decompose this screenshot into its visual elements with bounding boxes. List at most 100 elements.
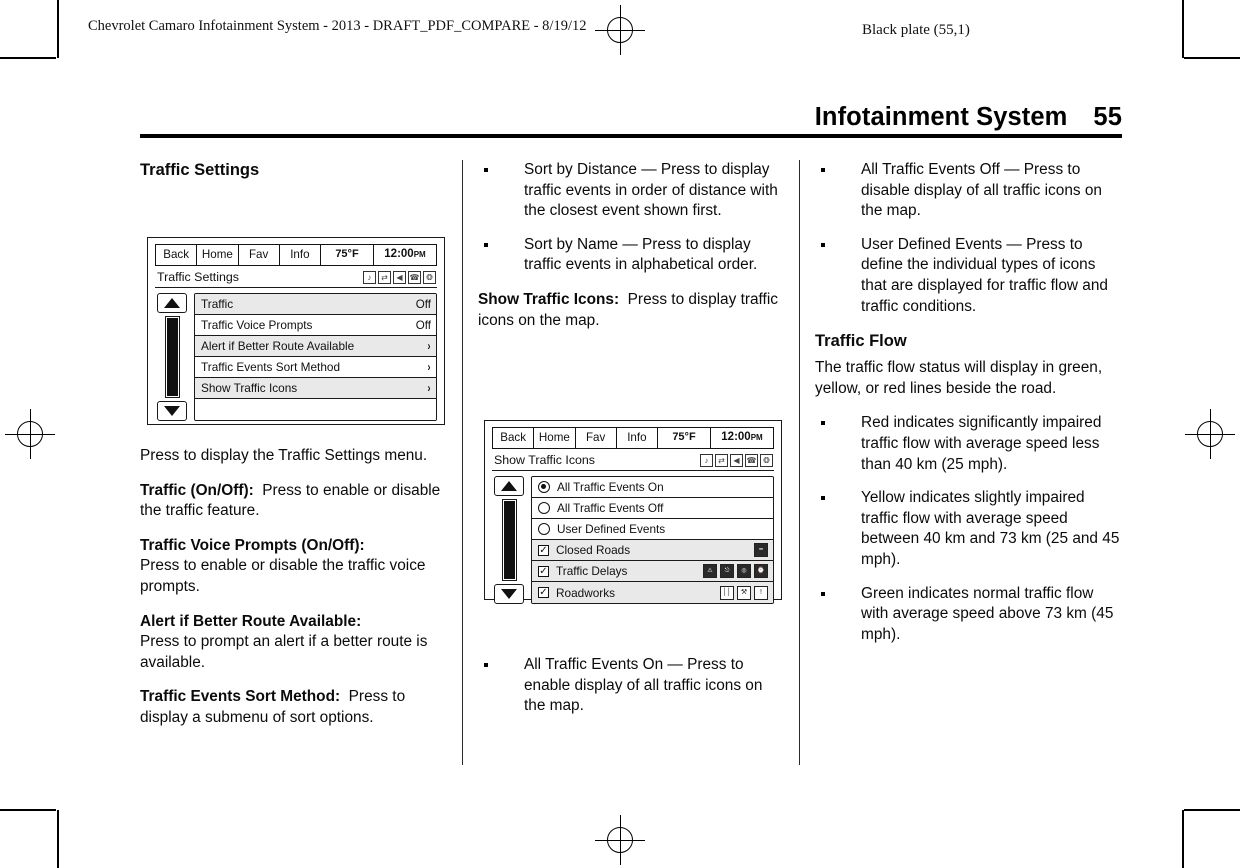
list-item-traffic-events-sort-method[interactable]: Traffic Events Sort Method ›: [195, 357, 436, 378]
scrollbar[interactable]: [492, 476, 526, 604]
bullet-dot-icon: [821, 591, 825, 596]
bullet-dot-icon: [484, 663, 488, 668]
list-item: Green indicates normal traffic flow with…: [815, 584, 1121, 646]
list-item-traffic-delays[interactable]: ✓ Traffic Delays ⚠ ⎋ ◎ ⌚: [532, 561, 773, 582]
list-item-roadworks[interactable]: ✓ Roadworks ││ ⚒ !: [532, 582, 773, 603]
list-item-user-defined-events[interactable]: User Defined Events: [532, 519, 773, 540]
topbar-info-button[interactable]: Info: [617, 428, 658, 448]
bullet-dot-icon: [821, 242, 825, 247]
bullet-list-event-options: All Traffic Events Off — Press to disabl…: [815, 160, 1121, 317]
screen-topbar: Back Home Fav Info 75°F 12:00PM: [492, 427, 774, 449]
topbar-fav-button[interactable]: Fav: [239, 245, 280, 265]
up-arrow-icon: [501, 481, 517, 491]
page-title: Infotainment System 55: [140, 103, 1122, 132]
scroll-track[interactable]: [501, 499, 517, 581]
list-item-alert-better-route[interactable]: Alert if Better Route Available ›: [195, 336, 436, 357]
down-arrow-icon: [164, 406, 180, 416]
checkbox-icon[interactable]: ✓: [538, 544, 549, 556]
paragraph-show-traffic-icons: Show Traffic Icons: Press to display tra…: [478, 290, 778, 329]
crop-mark-bottom-right-vertical: [1182, 810, 1184, 868]
topbar-info-button[interactable]: Info: [280, 245, 321, 265]
topbar-temperature: 75°F: [321, 245, 374, 265]
list-item-closed-roads[interactable]: ✓ Closed Roads ━: [532, 540, 773, 561]
icon-group-traffic-delays: ⚠ ⎋ ◎ ⌚: [703, 564, 768, 578]
list-item-show-traffic-icons[interactable]: Show Traffic Icons ›: [195, 378, 436, 399]
bullet-list-sort-options: Sort by Distance — Press to display traf…: [478, 160, 784, 276]
lane-closure-icon: ││: [720, 585, 734, 600]
shuffle-icon: ⇄: [715, 453, 728, 467]
list-item: Yellow indicates slightly impaired traff…: [815, 488, 1121, 570]
print-header-left: Chevrolet Camaro Infotainment System - 2…: [88, 18, 587, 34]
registration-mark-right: [1185, 409, 1235, 459]
bluetooth-icon: ❂: [423, 270, 436, 284]
heading-traffic-settings: Traffic Settings: [140, 161, 260, 179]
bullet-dot-icon: [821, 496, 825, 501]
paragraph-press-to-display: Press to display the Traffic Settings me…: [140, 447, 428, 464]
congestion-icon: ◎: [737, 564, 751, 578]
list-item: All Traffic Events On — Press to enable …: [478, 655, 784, 717]
paragraph-traffic-events-sort: Traffic Events Sort Method: Press to dis…: [140, 688, 406, 726]
paragraph-traffic-voice-prompts: Traffic Voice Prompts (On/Off): Press to …: [140, 536, 426, 595]
term-traffic-events-sort: Traffic Events Sort Method:: [140, 688, 341, 706]
checkbox-icon[interactable]: ✓: [538, 565, 549, 577]
crop-mark-bottom-left-vertical: [57, 810, 59, 868]
crop-mark-top-right-horizontal: [1184, 57, 1240, 59]
radio-selected-icon[interactable]: [538, 481, 550, 493]
list-item-traffic[interactable]: Traffic Off: [195, 294, 436, 315]
car-icon: ⎋: [720, 564, 734, 578]
scroll-up-button[interactable]: [494, 476, 524, 496]
chevron-right-icon: ›: [427, 360, 431, 374]
list-item-empty: [195, 399, 436, 420]
shuffle-icon: ⇄: [378, 270, 391, 284]
bullet-dot-icon: [484, 242, 488, 247]
settings-list: Traffic Off Traffic Voice Prompts Off Al…: [194, 293, 437, 421]
page-title-text: Infotainment System: [814, 103, 1068, 131]
phone-icon: ☎: [745, 453, 758, 467]
list-item-traffic-voice-prompts[interactable]: Traffic Voice Prompts Off: [195, 315, 436, 336]
radio-icon[interactable]: [538, 523, 550, 535]
screen-topbar: Back Home Fav Info 75°F 12:00PM: [155, 244, 437, 266]
scrollbar[interactable]: [155, 293, 189, 421]
screen-title-row: Show Traffic Icons ♪ ⇄ ◀ ☎ ❂: [492, 449, 774, 471]
crop-mark-top-right-vertical: [1182, 0, 1184, 58]
crop-mark-top-left-vertical: [57, 0, 59, 58]
up-arrow-icon: [164, 298, 180, 308]
checkbox-icon[interactable]: ✓: [538, 587, 549, 598]
topbar-clock: 12:00PM: [384, 248, 426, 260]
scroll-thumb[interactable]: [503, 501, 515, 579]
page-number: 55: [1093, 103, 1122, 131]
screen-title: Show Traffic Icons: [494, 453, 596, 467]
list-item: User Defined Events — Press to define th…: [815, 235, 1121, 317]
registration-mark-left: [5, 409, 55, 459]
list-item: Sort by Name — Press to display traffic …: [478, 235, 784, 276]
scroll-thumb[interactable]: [166, 318, 178, 396]
figure-traffic-settings-screen: Back Home Fav Info 75°F 12:00PM Traffic …: [147, 237, 445, 425]
screen-body: All Traffic Events On All Traffic Events…: [492, 476, 774, 604]
topbar-fav-button[interactable]: Fav: [576, 428, 617, 448]
topbar-home-button[interactable]: Home: [534, 428, 576, 448]
scroll-down-button[interactable]: [157, 401, 187, 421]
column-divider-1: [462, 160, 464, 765]
bullet-list-flow-colors: Red indicates significantly impaired tra…: [815, 413, 1121, 645]
crop-mark-bottom-left-horizontal: [0, 809, 56, 811]
topbar-back-button[interactable]: Back: [493, 428, 535, 448]
list-item-all-traffic-events-off[interactable]: All Traffic Events Off: [532, 498, 773, 519]
topbar-clock: 12:00PM: [721, 431, 763, 443]
paragraph-alert-better-route: Alert if Better Route Available: Press to…: [140, 612, 428, 671]
status-icon-group: ♪ ⇄ ◀ ☎ ❂: [700, 453, 773, 467]
topbar-back-button[interactable]: Back: [156, 245, 198, 265]
topbar-home-button[interactable]: Home: [197, 245, 239, 265]
down-arrow-icon: [501, 589, 517, 599]
phone-icon: ☎: [408, 270, 421, 284]
radio-icon[interactable]: [538, 502, 550, 514]
scroll-track[interactable]: [164, 316, 180, 398]
scroll-up-button[interactable]: [157, 293, 187, 313]
paragraph-traffic-flow: The traffic flow status will display in …: [815, 359, 1103, 397]
warning-icon: !: [754, 585, 768, 600]
list-item-all-traffic-events-on[interactable]: All Traffic Events On: [532, 477, 773, 498]
chevron-right-icon: ›: [427, 381, 431, 395]
bullet-dot-icon: [484, 168, 488, 172]
scroll-down-button[interactable]: [494, 584, 524, 604]
column-3: All Traffic Events Off — Press to disabl…: [815, 160, 1121, 659]
term-traffic-voice-prompts: Traffic Voice Prompts (On/Off):: [140, 536, 365, 554]
